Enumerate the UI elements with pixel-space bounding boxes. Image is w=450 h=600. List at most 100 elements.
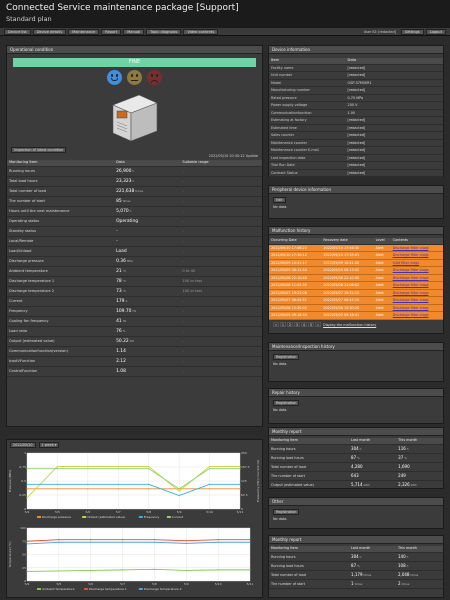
tab-maintenance[interactable]: Maintenance [68,28,100,35]
contents-link[interactable]: Discharge filter clogs [390,274,443,283]
table-row: Power supply voltage 200 V [269,101,443,110]
legend-swatch [82,516,87,518]
logout-button[interactable]: Logout [425,28,446,35]
page-4-button[interactable]: 4 [301,321,307,327]
occurring-date: 2022/05/06 15:30:02 [269,304,322,313]
x-tick-label: 5/8 [146,510,151,514]
registration-button[interactable]: Registration [273,400,300,406]
data-point [208,488,211,490]
maintenance-history-title: Maintenance/Inspection history [269,343,443,351]
table-row: 2022/05/10 17:30:12 2022/05/10 17:35:01 Al… [269,251,443,260]
data-point [117,468,119,470]
settings-button[interactable]: Settings [400,28,424,35]
date-select[interactable]: 2022/05/10 [10,442,36,448]
report-value: 249 [398,472,406,478]
data-value: 109.70 [116,308,132,314]
level: Alert [373,281,391,290]
data-value: Operating [116,218,139,224]
table-row: 2022/05/09 08:12:54 2022/05/09 08:13:02 Al… [269,266,443,275]
data-cell: 179A [114,296,181,307]
edit-button[interactable]: Edit [273,197,286,203]
neutral-face-icon [127,70,142,85]
data-point [58,570,60,572]
table-row: Last inspection date [redacted] [269,154,443,163]
data-point [26,468,28,470]
repair-empty: No data. [273,408,288,412]
monitoring-item: The number of start [7,196,115,207]
recovery-date: 2022/05/09 08:13:02 [321,266,374,275]
contents-link[interactable]: Discharge filter clogs [390,296,443,305]
level: Alert [373,266,391,275]
legend-swatch [138,516,143,518]
sad-face-icon [147,70,162,85]
table-row: Manufacturing number [redacted] [269,86,443,95]
status-badge: FINE [13,58,256,67]
page-last-button[interactable]: » [315,321,321,327]
other-panel: Other Registration No data. [268,497,444,529]
inspection-latest-button[interactable]: Inspection of latest condition [11,147,67,153]
tab-report[interactable]: Report [101,28,122,35]
report-unit: times [354,581,363,586]
contents-link[interactable]: Discharge filter clogs [390,304,443,313]
info-item: Maintenance counter [269,139,346,148]
this-month-cell: 140h [396,552,443,562]
malfunction-history-panel: Malfunction history Occurring Date Recov… [268,226,444,334]
monitoring-item: Load/Unload [7,246,115,257]
monitoring-item: Output (estimated value) [7,336,115,347]
period-select[interactable]: 1 week ▾ [38,442,60,448]
contents-link[interactable]: Discharge filter clogs [390,281,443,290]
data-point [87,483,89,485]
info-value: [redacted] [345,71,443,80]
page-2-button[interactable]: 2 [287,321,293,327]
contents-link[interactable]: Discharge filter clogs [390,266,443,275]
legend-label: Current [172,515,184,519]
page-3-button[interactable]: 3 [294,321,300,327]
contents-link[interactable]: Discharge filter clogs [390,251,443,260]
registration-button[interactable]: Registration [273,354,300,360]
happy-face-icon [107,70,122,85]
report-value: 2,326 [398,481,410,487]
contents-link[interactable]: Inlet filter clogs [390,259,443,268]
data-unit: % [122,328,126,333]
data-cell: 5,070h [114,206,181,217]
page-first-button[interactable]: « [273,321,279,327]
report-value: 37 [398,454,404,460]
tab-video-contents[interactable]: Video contents [183,28,219,35]
last-month-cell: 643 [349,471,397,481]
data-point [239,465,241,468]
table-row: Maintenance counter [redacted] [269,139,443,148]
tab-device-details[interactable]: Device details [32,28,67,35]
data-point [148,465,150,468]
maintenance-actions: Registration [269,351,443,360]
contents-link[interactable]: Discharge filter clogs [390,311,443,320]
data-point [153,568,156,570]
operational-condition-panel: Operational condition FINE Inspection of… [6,45,263,427]
data-cell: 221,638times [114,186,181,197]
x-tick-label: 5/7 [120,582,125,586]
contents-link[interactable]: Discharge filter clogs [390,244,443,253]
table-row: Frequency 109.70Hz - [7,306,262,317]
data-value: - [116,238,118,244]
report-unit: h [359,446,362,451]
monitoring-item: Current [7,296,115,307]
registration-button[interactable]: Registration [273,509,300,515]
tab-manual[interactable]: Manual [123,28,145,35]
report-value: 2,048 [398,571,410,577]
y-tick-label: 0.5 [21,479,26,483]
monthly-report-2-body: Running hours 304h 140h Running load hours 8… [269,552,443,589]
tab-device-list[interactable]: Device list [4,28,31,35]
monitoring-item: Total number of load [7,186,115,197]
data-unit: times [122,198,131,203]
page-1-button[interactable]: 1 [280,321,286,327]
report-unit: % [404,455,407,460]
contents-link[interactable]: Discharge filter clogs [390,289,443,298]
report-unit: h [359,554,362,559]
y-tick-label: 75 [22,539,26,543]
table-row: Cooling fan frequency 41Hz - [7,316,262,327]
history-link[interactable]: Display the malfunction history [323,323,376,328]
data-unit: Hz [122,318,127,323]
table-row: Running hours 304h 116h [269,444,443,454]
page-5-button[interactable]: 5 [308,321,314,327]
data-point [178,490,180,492]
tab-topic-diagnosis[interactable]: Topic diagnosis [146,28,182,35]
